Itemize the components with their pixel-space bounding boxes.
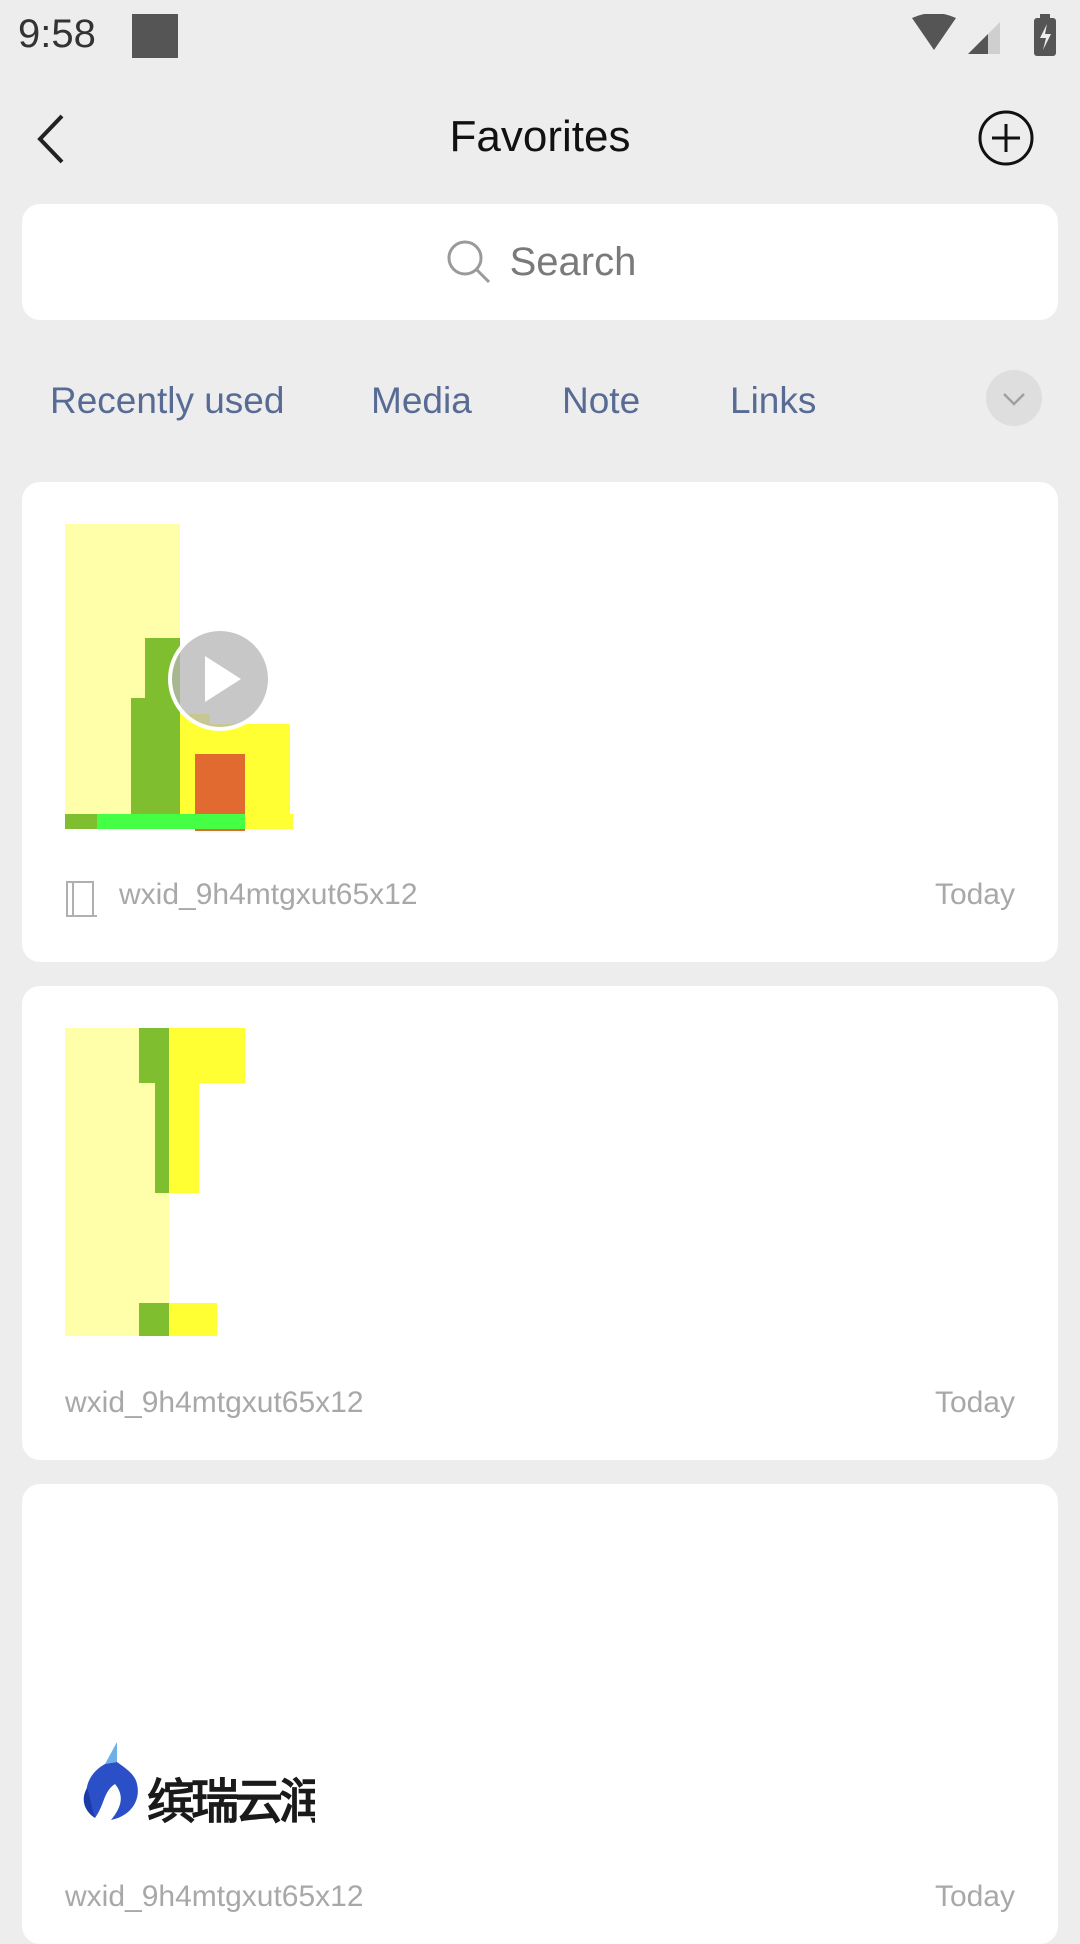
item-date: Today [934, 1880, 1015, 1913]
logo-icon [83, 1742, 138, 1820]
search-placeholder: Search [509, 239, 637, 284]
signal-icon [968, 22, 1000, 54]
battery-icon [1034, 14, 1056, 56]
page-title: Favorites [449, 112, 631, 161]
notification-icon [132, 14, 178, 58]
item-date: Today [934, 878, 1015, 911]
item-author: wxid_9h4mtgxut65x12 [65, 1386, 364, 1419]
search-icon [447, 240, 490, 284]
item-date: Today [934, 1386, 1015, 1419]
item-author: wxid_9h4mtgxut65x12 [119, 878, 418, 911]
chevron-down-icon [1003, 393, 1025, 406]
tab-media[interactable]: Media [371, 380, 472, 422]
search-input[interactable]: Search [22, 204, 1058, 320]
category-tabs: Recently used Media Note Links [0, 370, 1080, 440]
logo-thumbnail[interactable]: 缤瑞云润 [65, 1734, 315, 1844]
status-time: 9:58 [18, 12, 96, 56]
image-thumbnail[interactable] [65, 1028, 245, 1338]
wifi-icon [912, 14, 956, 50]
item-author: wxid_9h4mtgxut65x12 [65, 1880, 364, 1913]
video-thumbnail[interactable] [65, 524, 305, 844]
favorite-item[interactable]: 缤瑞云润 wxid_9h4mtgxut65x12 Today [22, 1484, 1058, 1944]
tab-recently-used[interactable]: Recently used [50, 380, 284, 422]
note-icon [66, 881, 97, 917]
favorite-item[interactable]: wxid_9h4mtgxut65x12 Today [22, 986, 1058, 1460]
add-icon[interactable] [976, 108, 1036, 168]
status-bar: 9:58 [0, 0, 1080, 74]
logo-text: 缤瑞云润 [147, 1774, 315, 1830]
play-icon [168, 627, 272, 731]
top-bar: Favorites [0, 74, 1080, 204]
tab-note[interactable]: Note [562, 380, 640, 422]
item-meta: wxid_9h4mtgxut65x12 Today [65, 1386, 1015, 1436]
status-icons [912, 14, 1056, 56]
favorite-item[interactable]: wxid_9h4mtgxut65x12 Today [22, 482, 1058, 962]
tab-links[interactable]: Links [730, 380, 816, 422]
expand-tabs-button[interactable] [986, 370, 1042, 426]
item-meta: wxid_9h4mtgxut65x12 Today [65, 878, 1015, 928]
item-meta: wxid_9h4mtgxut65x12 Today [65, 1880, 1015, 1930]
